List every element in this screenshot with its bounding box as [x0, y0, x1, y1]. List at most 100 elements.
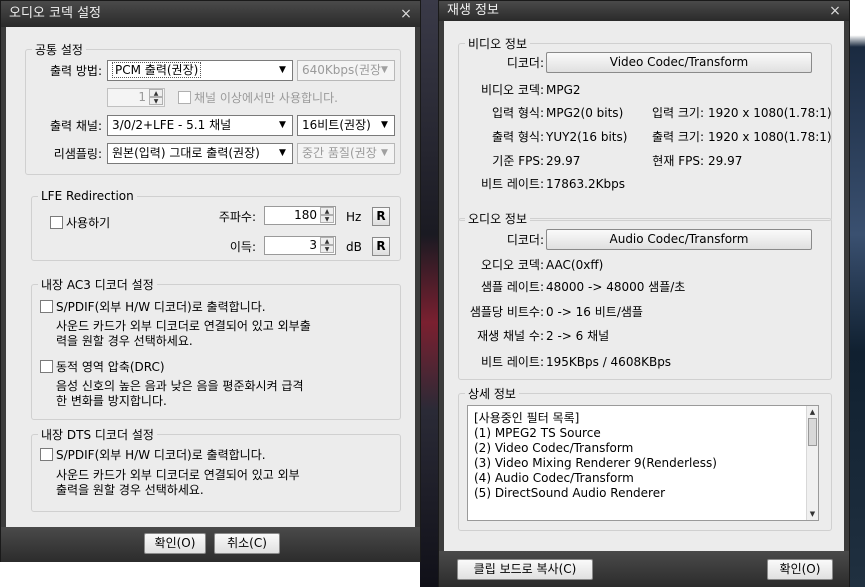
current-fps-label: 현재 FPS: — [652, 154, 704, 168]
base-fps-label: 기준 FPS: — [492, 154, 544, 168]
base-fps-value: 29.97 — [546, 154, 581, 168]
stepper-up-icon[interactable]: ▲ — [149, 89, 163, 97]
output-method-value: PCM 출력(권장) — [112, 62, 202, 78]
dts-spdif-checkbox[interactable] — [40, 448, 53, 461]
playback-info-dialog: 재생 정보 × 비디오 정보 디코더: Video Codec/Transfor… — [438, 0, 850, 587]
stepper-up-icon[interactable]: ▲ — [320, 207, 334, 215]
audio-dialog-title: 오디오 코덱 설정 — [9, 6, 101, 21]
audio-dialog-footer: 확인(O) 취소(C) — [1, 527, 420, 562]
playback-dialog-footer: 클립 보드로 복사(C) 확인(O) — [439, 551, 849, 587]
chevron-down-icon: ▼ — [381, 148, 388, 158]
bit-depth-select[interactable]: 16비트(권장) ▼ — [297, 115, 395, 136]
stepper-up-icon[interactable]: ▲ — [320, 237, 334, 245]
output-channel-select[interactable]: 3/0/2+LFE - 5.1 채널 ▼ — [107, 115, 293, 136]
gain-value: 3 — [309, 238, 317, 252]
list-item: (5) DirectSound Audio Renderer — [474, 486, 666, 500]
play-channels-label: 재생 채널 수: — [477, 329, 544, 343]
video-decoder-button[interactable]: Video Codec/Transform — [546, 52, 812, 73]
chevron-down-icon: ▼ — [279, 148, 286, 158]
stepper-down-icon[interactable]: ▼ — [320, 245, 334, 253]
audio-bitrate-value: 195KBps / 4608KBps — [546, 355, 672, 369]
chevron-down-icon: ▼ — [381, 120, 388, 130]
output-method-label: 출력 방법: — [49, 64, 102, 78]
sample-rate-value: 48000 -> 48000 샘플/초 — [546, 280, 686, 294]
video-bitrate-value: 17863.2Kbps — [546, 177, 625, 191]
audio-codec-dialog: 오디오 코덱 설정 × 공통 설정 출력 방법: PCM 출력(권장) ▼ 64… — [0, 0, 421, 562]
output-channel-value: 3/0/2+LFE - 5.1 채널 — [112, 118, 232, 132]
output-size-label: 출력 크기: — [651, 130, 704, 144]
scroll-up-icon[interactable]: ▲ — [807, 406, 818, 418]
list-item: (1) MPEG2 TS Source — [474, 426, 601, 440]
playback-dialog-client: 비디오 정보 디코더: Video Codec/Transform 비디오 코덱… — [444, 21, 844, 551]
bits-per-sample-label: 샘플당 비트수: — [469, 305, 544, 319]
video-codec-label: 비디오 코덱: — [480, 83, 544, 97]
gain-stepper[interactable]: 3 ▲ ▼ — [264, 236, 336, 255]
ac3-spdif-label: S/PDIF(외부 H/W 디코더)로 출력합니다. — [56, 300, 266, 314]
output-method-select[interactable]: PCM 출력(권장) ▼ — [107, 60, 293, 81]
bitrate-select[interactable]: 640Kbps(권장 ▼ — [297, 60, 395, 81]
dts-spdif-desc-line2: 출력을 원할 경우 선택하세요. — [56, 483, 204, 497]
chevron-down-icon: ▼ — [381, 65, 388, 75]
dts-decoder-legend: 내장 DTS 디코더 설정 — [38, 426, 157, 443]
copy-clipboard-button[interactable]: 클립 보드로 복사(C) — [457, 559, 593, 580]
resampling-select[interactable]: 원본(입력) 그대로 출력(권장) ▼ — [107, 143, 293, 164]
ac3-decoder-legend: 내장 AC3 디코더 설정 — [38, 276, 157, 293]
channel-above-label: 채널 이상에서만 사용합니다. — [194, 91, 338, 105]
output-format-label: 출력 형식: — [491, 130, 544, 144]
close-icon[interactable]: × — [827, 1, 843, 21]
audio-dialog-titlebar[interactable]: 오디오 코덱 설정 × — [1, 1, 420, 27]
stepper-down-icon[interactable]: ▼ — [149, 97, 163, 105]
playback-dialog-title: 재생 정보 — [447, 3, 499, 18]
output-size-value: 1920 x 1080(1.78:1) — [708, 130, 832, 144]
current-fps-value: 29.97 — [708, 154, 743, 168]
drc-checkbox[interactable] — [40, 360, 53, 373]
input-format-value: MPG2(0 bits) — [546, 106, 624, 120]
list-item: [사용중인 필터 목록] — [474, 411, 580, 425]
audio-ok-button[interactable]: 확인(O) — [144, 533, 206, 554]
drc-desc-line1: 음성 신호의 높은 음과 낮은 음을 평준화시켜 급격 — [56, 379, 304, 393]
sample-rate-label: 샘플 레이트: — [480, 280, 544, 294]
lfe-use-checkbox[interactable] — [50, 216, 63, 229]
video-bitrate-label: 비트 레이트: — [480, 177, 544, 191]
resampling-label: 리샘플링: — [53, 147, 102, 161]
channel-count-stepper[interactable]: 1 ▲ ▼ — [107, 88, 165, 107]
list-item: (3) Video Mixing Renderer 9(Renderless) — [474, 456, 717, 470]
frequency-reset-button[interactable]: R — [372, 207, 390, 226]
channel-count-value: 1 — [138, 90, 146, 104]
frequency-label: 주파수: — [218, 210, 256, 224]
common-settings-legend: 공통 설정 — [32, 41, 86, 58]
filter-list-scrollbar[interactable]: ▲ ▼ — [806, 406, 818, 520]
scroll-down-icon[interactable]: ▼ — [807, 508, 818, 520]
audio-codec-label: 오디오 코덱: — [480, 258, 544, 272]
input-format-label: 입력 형식: — [491, 106, 544, 120]
stepper-down-icon[interactable]: ▼ — [320, 215, 334, 223]
audio-decoder-label: 디코더: — [506, 233, 544, 247]
video-decoder-label: 디코더: — [506, 56, 544, 70]
bit-depth-value: 16비트(권장) — [302, 118, 371, 132]
frequency-stepper[interactable]: 180 ▲ ▼ — [264, 206, 336, 225]
background-right-strip — [849, 0, 865, 587]
playback-dialog-titlebar[interactable]: 재생 정보 × — [439, 1, 849, 21]
ac3-spdif-checkbox[interactable] — [40, 300, 53, 313]
chevron-down-icon: ▼ — [279, 120, 286, 130]
video-info-legend: 비디오 정보 — [465, 35, 531, 52]
audio-bitrate-label: 비트 레이트: — [480, 355, 544, 369]
scroll-thumb[interactable] — [808, 418, 817, 446]
lfe-redirection-legend: LFE Redirection — [38, 189, 137, 203]
audio-cancel-button[interactable]: 취소(C) — [214, 533, 280, 554]
audio-dialog-client: 공통 설정 출력 방법: PCM 출력(권장) ▼ 640Kbps(권장 ▼ 1… — [6, 27, 415, 527]
dts-spdif-label: S/PDIF(외부 H/W 디코더)로 출력합니다. — [56, 448, 266, 462]
close-icon[interactable]: × — [398, 1, 414, 27]
channel-above-checkbox[interactable] — [178, 91, 191, 104]
output-format-value: YUY2(16 bits) — [546, 130, 628, 144]
list-item: (2) Video Codec/Transform — [474, 441, 634, 455]
lfe-use-label: 사용하기 — [66, 216, 111, 230]
resample-quality-select[interactable]: 중간 품질(권장 ▼ — [297, 143, 395, 164]
audio-decoder-button[interactable]: Audio Codec/Transform — [546, 229, 812, 250]
playback-ok-button[interactable]: 확인(O) — [767, 559, 833, 580]
gain-reset-button[interactable]: R — [372, 237, 390, 256]
filter-list[interactable]: [사용중인 필터 목록] (1) MPEG2 TS Source (2) Vid… — [467, 405, 819, 521]
ac3-spdif-desc-line1: 사운드 카드가 외부 디코더로 연결되어 있고 외부출 — [56, 319, 311, 333]
background-video-strip — [420, 0, 438, 587]
bitrate-value: 640Kbps(권장 — [302, 63, 382, 77]
